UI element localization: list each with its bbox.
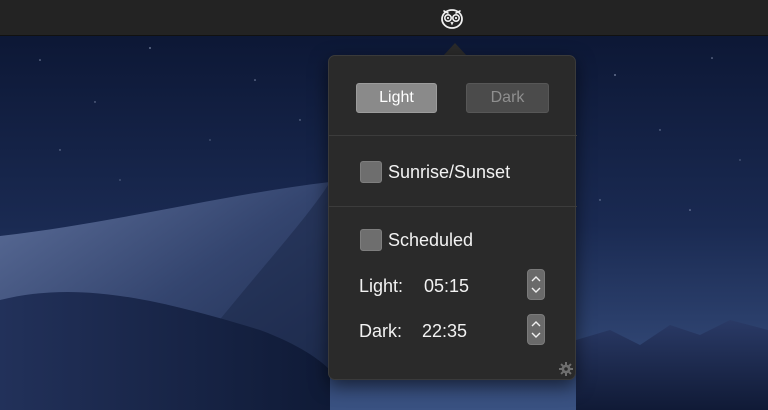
chevron-down-icon[interactable] [529,330,543,341]
dark-time-label: Dark: [359,321,403,341]
chevron-up-icon[interactable] [529,318,543,329]
scheduled-option[interactable]: Scheduled [360,228,473,252]
menu-bar [0,0,768,36]
desktop: Light Dark Sunrise/Sunset Scheduled Ligh… [0,0,768,410]
dark-time-stepper[interactable] [527,314,545,345]
divider [329,135,577,136]
scheduled-checkbox[interactable] [360,229,382,251]
appearance-popover: Light Dark Sunrise/Sunset Scheduled Ligh… [328,55,577,380]
light-mode-button[interactable]: Light [356,83,437,113]
chevron-up-icon[interactable] [529,273,543,284]
light-time-field[interactable]: 05:15 [424,276,469,297]
gear-icon[interactable] [558,361,574,377]
chevron-down-icon[interactable] [529,285,543,296]
dark-time-row: Dark: 22:35 [359,314,549,348]
scheduled-label: Scheduled [388,229,474,250]
sunrise-sunset-option[interactable]: Sunrise/Sunset [360,160,510,184]
light-time-row: Light: 05:15 [359,269,549,303]
light-time-label: Light: [359,276,404,296]
owl-icon[interactable] [439,6,465,30]
light-time-stepper[interactable] [527,269,545,300]
dark-time-field[interactable]: 22:35 [422,321,467,342]
dark-mode-button[interactable]: Dark [466,83,549,113]
sunrise-sunset-label: Sunrise/Sunset [388,161,511,182]
divider [329,206,577,207]
sunrise-sunset-checkbox[interactable] [360,161,382,183]
